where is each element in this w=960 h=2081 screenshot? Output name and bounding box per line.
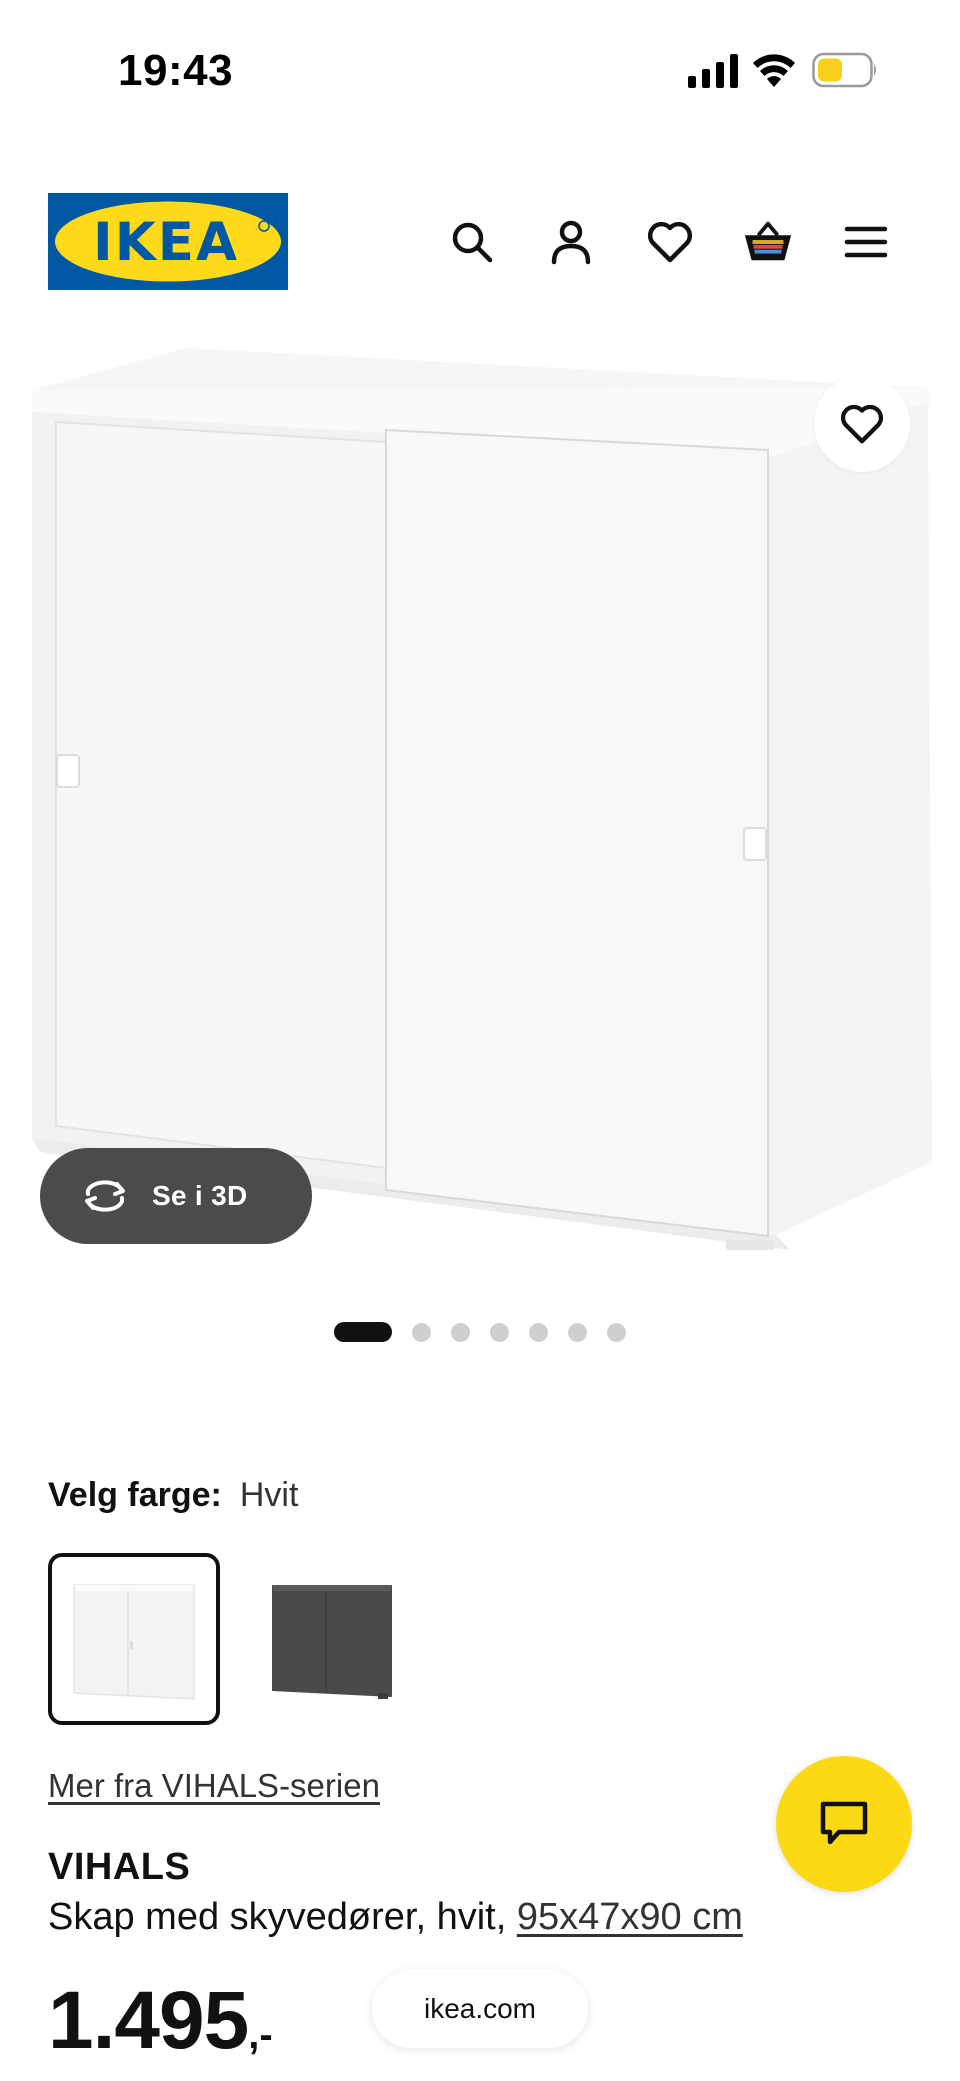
- heart-icon: [647, 221, 693, 263]
- product-name: VIHALS: [48, 1846, 191, 1888]
- carousel-dot[interactable]: [490, 1322, 509, 1342]
- series-link[interactable]: Mer fra VIHALS-serien: [48, 1767, 380, 1805]
- view-in-3d-button[interactable]: Se i 3D: [40, 1148, 312, 1244]
- site-header: IKEA: [0, 190, 960, 294]
- add-to-wishlist-button[interactable]: [814, 376, 910, 472]
- wishlist-button[interactable]: [644, 216, 696, 268]
- carousel-dot[interactable]: [451, 1322, 470, 1342]
- view-in-3d-label: Se i 3D: [152, 1180, 248, 1211]
- menu-icon: [844, 226, 888, 258]
- product-dimensions-link[interactable]: 95x47x90 cm: [517, 1896, 743, 1938]
- dark-grey-cabinet-thumbnail: [272, 1585, 392, 1699]
- signal-icon: [688, 54, 738, 88]
- chat-button[interactable]: [776, 1756, 912, 1892]
- status-time: 19:43: [118, 46, 234, 95]
- rotate-3d-icon: [85, 1180, 125, 1212]
- price-suffix: ,-: [248, 2013, 273, 2057]
- account-button[interactable]: [545, 216, 597, 268]
- heart-icon: [840, 404, 884, 444]
- color-swatch-white[interactable]: [48, 1553, 220, 1725]
- search-icon: [452, 222, 493, 263]
- carousel-dot[interactable]: [529, 1322, 548, 1342]
- cart-button[interactable]: [742, 216, 794, 268]
- product-page: 19:43 IKEA Se i 3D Velg farge: Hvit Mer …: [0, 0, 960, 2081]
- product-gallery[interactable]: Se i 3D: [0, 330, 960, 1280]
- svg-text:IKEA: IKEA: [93, 212, 239, 273]
- carousel-dot[interactable]: [412, 1322, 431, 1342]
- product-description: Skap med skyvedører, hvit, 95x47x90 cm: [48, 1896, 743, 1939]
- carousel-indicator: [334, 1322, 626, 1342]
- price-integer: 1.495: [48, 1975, 249, 2066]
- color-swatch-dark-grey[interactable]: [244, 1553, 416, 1725]
- color-selected-value: Hvit: [239, 1476, 299, 1514]
- color-label: Velg farge:: [48, 1476, 222, 1514]
- chat-icon: [820, 1801, 868, 1845]
- color-selector-header: Velg farge: Hvit: [48, 1476, 298, 1515]
- browser-url: ikea.com: [423, 1993, 537, 2024]
- product-price: 1.495,-: [48, 1974, 273, 2068]
- search-button[interactable]: [446, 216, 498, 268]
- carousel-dot-active[interactable]: [334, 1322, 392, 1342]
- product-description-text: Skap med skyvedører, hvit,: [48, 1896, 507, 1938]
- status-bar: 19:43: [0, 0, 960, 140]
- browser-url-bar[interactable]: ikea.com: [372, 1970, 588, 2048]
- user-icon: [551, 220, 591, 265]
- carousel-dot[interactable]: [607, 1322, 626, 1342]
- product-image: [32, 348, 932, 1250]
- wifi-icon: [753, 54, 795, 87]
- menu-button[interactable]: [840, 216, 892, 268]
- carousel-dot[interactable]: [568, 1322, 587, 1342]
- basket-icon: [744, 221, 792, 261]
- ikea-logo[interactable]: IKEA: [48, 193, 288, 290]
- white-cabinet-thumbnail: [73, 1584, 195, 1700]
- battery-icon: [812, 52, 876, 88]
